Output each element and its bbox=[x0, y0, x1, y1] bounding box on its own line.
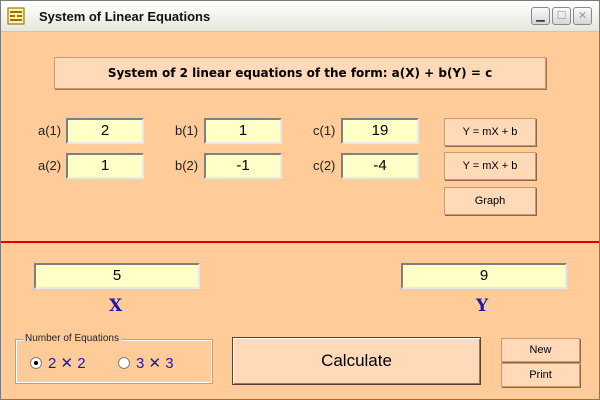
input-c1[interactable]: 19 bbox=[341, 118, 419, 144]
radio-3x3[interactable] bbox=[118, 357, 130, 369]
result-x-field: 5 bbox=[34, 263, 200, 289]
line2-equation-button[interactable]: Y = mX + b bbox=[444, 152, 536, 180]
input-a1[interactable]: 2 bbox=[66, 118, 144, 144]
section-divider bbox=[1, 241, 599, 243]
equation-count-group bbox=[15, 339, 213, 384]
result-x-label: X bbox=[109, 296, 123, 316]
label-c1: c(1) bbox=[313, 123, 336, 138]
calculate-button[interactable]: Calculate bbox=[232, 337, 481, 385]
label-a2: a(2) bbox=[38, 158, 62, 173]
graph-button[interactable]: Graph bbox=[444, 187, 536, 215]
minimize-icon[interactable]: ▁ bbox=[531, 7, 550, 25]
line1-equation-button[interactable]: Y = mX + b bbox=[444, 118, 536, 146]
input-c2[interactable]: -4 bbox=[341, 153, 419, 179]
close-icon[interactable]: ✕ bbox=[573, 7, 592, 25]
app-window: System of Linear Equations ▁ ☐ ✕ System … bbox=[0, 0, 600, 400]
equation-count-title: Number of Equations bbox=[23, 333, 121, 344]
input-a2[interactable]: 1 bbox=[66, 153, 144, 179]
input-b1[interactable]: 1 bbox=[204, 118, 282, 144]
window-title: System of Linear Equations bbox=[39, 9, 211, 24]
result-y-field: 9 bbox=[401, 263, 567, 289]
maximize-icon[interactable]: ☐ bbox=[552, 7, 571, 25]
new-button[interactable]: New bbox=[501, 338, 580, 362]
equation-icon bbox=[7, 7, 25, 25]
input-b2[interactable]: -1 bbox=[204, 153, 282, 179]
radio-2x2[interactable] bbox=[30, 357, 42, 369]
print-button[interactable]: Print bbox=[501, 363, 580, 387]
equation-form-header: System of 2 linear equations of the form… bbox=[54, 57, 546, 89]
title-bar[interactable]: System of Linear Equations ▁ ☐ ✕ bbox=[1, 1, 599, 32]
radio-3x3-label[interactable]: 3 ✕ 3 bbox=[136, 354, 174, 372]
label-b2: b(2) bbox=[175, 158, 199, 173]
label-a1: a(1) bbox=[38, 123, 62, 138]
radio-2x2-label[interactable]: 2 ✕ 2 bbox=[48, 354, 86, 372]
label-b1: b(1) bbox=[175, 123, 199, 138]
result-y-label: Y bbox=[476, 296, 489, 316]
label-c2: c(2) bbox=[313, 158, 336, 173]
